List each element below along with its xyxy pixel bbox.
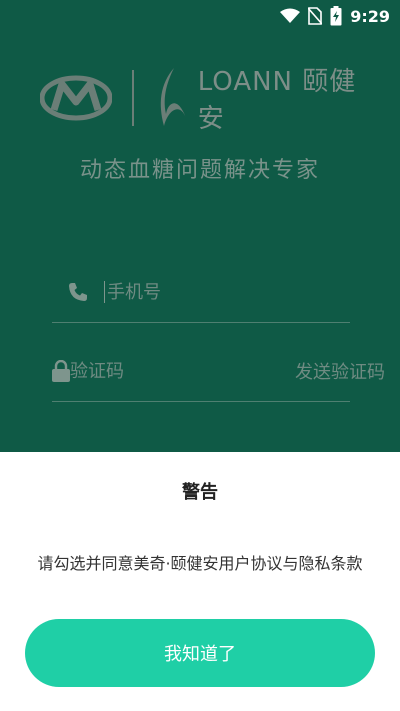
battery-charging-icon (330, 6, 342, 26)
logo-divider (132, 69, 134, 126)
status-bar: 9:29 (0, 0, 400, 32)
verification-code-field: 发送验证码 (52, 341, 385, 402)
warning-dialog: 警告 请勾选并同意美奇·颐健安用户协议与隐私条款 我知道了 (0, 452, 400, 711)
dialog-message: 请勾选并同意美奇·颐健安用户协议与隐私条款 (37, 554, 363, 573)
meiqi-logo-icon (40, 74, 112, 122)
phone-field (52, 262, 350, 323)
loann-leaf-icon (154, 66, 188, 130)
logo: LOANN 颐健安 (40, 55, 360, 140)
lock-icon (52, 360, 70, 382)
no-sim-icon (308, 7, 323, 25)
dialog-title: 警告 (182, 482, 218, 503)
logo-brand-text: LOANN 颐健安 (197, 66, 357, 134)
text-cursor (104, 281, 105, 303)
login-screen: 9:29 LOANN 颐健安 动态血糖问题解决专家 手机号 验证码 发送验证码 … (0, 0, 400, 711)
acknowledge-button[interactable]: 我知道了 (25, 619, 375, 687)
phone-input[interactable] (107, 281, 350, 303)
phone-icon (52, 282, 104, 302)
wifi-icon (280, 8, 301, 24)
verification-code-input[interactable] (70, 360, 295, 382)
status-time: 9:29 (350, 6, 390, 26)
tagline: 动态血糖问题解决专家 (79, 158, 320, 183)
send-code-button[interactable]: 发送验证码 (295, 358, 385, 384)
